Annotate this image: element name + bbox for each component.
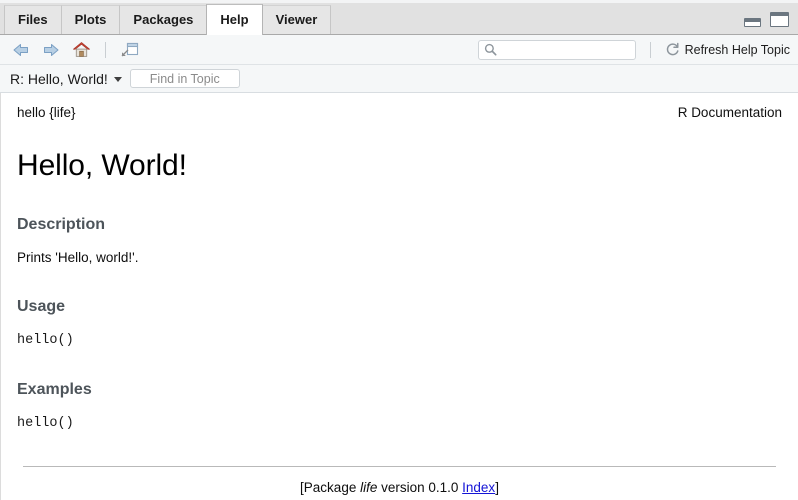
topic-selector-label: R: Hello, World! [10,70,108,87]
tab-viewer[interactable]: Viewer [261,5,332,34]
forward-button[interactable] [40,39,62,61]
section-body-description: Prints 'Hello, world!'. [17,250,139,265]
section-code-examples: hello() [17,416,74,431]
back-arrow-icon [13,43,28,56]
refresh-icon [666,42,679,56]
section-heading-description: Description [17,216,106,233]
chevron-down-icon [113,77,122,82]
footer-middle: version 0.1.0 [377,480,463,495]
help-search-box[interactable] [477,39,636,60]
show-in-new-window-button[interactable] [119,39,141,61]
document-type-label: R Documentation [677,105,782,120]
footer-suffix: ] [495,480,499,495]
help-topic-bar: R: Hello, World! [0,65,798,93]
page-title: Hello, World! [17,149,187,182]
topic-identifier: hello {life} [17,105,76,120]
tab-help[interactable]: Help [206,4,263,35]
section-code-usage: hello() [17,333,74,348]
pane-tab-bar: Files Plots Packages Help Viewer [0,0,798,35]
show-in-new-window-icon [121,42,139,56]
help-document-content: hello {life} R Documentation Hello, Worl… [0,93,798,500]
back-button[interactable] [10,39,32,61]
forward-arrow-icon [44,43,59,56]
footer-prefix: [Package [300,480,361,495]
toolbar-right-group: Refresh Help Topic [477,39,790,60]
package-index-link[interactable]: Index [462,480,495,495]
pane-window-controls [744,12,789,27]
tab-files[interactable]: Files [4,5,62,34]
tab-packages[interactable]: Packages [119,5,208,34]
toolbar-separator [105,41,106,58]
help-toolbar: Refresh Help Topic [0,35,798,65]
minimize-pane-icon[interactable] [744,18,761,27]
tab-plots[interactable]: Plots [60,5,121,34]
maximize-pane-icon[interactable] [770,12,789,27]
refresh-help-topic-label: Refresh Help Topic [684,42,790,57]
home-button[interactable] [70,39,92,61]
find-in-topic-input[interactable] [129,69,240,88]
refresh-help-topic-button[interactable]: Refresh Help Topic [665,42,790,57]
document-header: hello {life} R Documentation [17,93,782,120]
footer-package-name: life [360,480,378,495]
footer-divider [23,466,776,467]
help-search-input[interactable] [496,42,630,57]
search-icon [484,43,497,56]
section-heading-usage: Usage [17,298,66,315]
home-icon [72,42,90,57]
rstudio-help-pane: Files Plots Packages Help Viewer Refresh… [0,0,798,500]
topic-selector[interactable]: R: Hello, World! [10,71,122,87]
toolbar-left-group [10,39,141,61]
package-footer: [Package life version 0.1.0 Index] [17,480,782,495]
toolbar-separator-right [649,41,651,58]
section-heading-examples: Examples [17,381,92,398]
